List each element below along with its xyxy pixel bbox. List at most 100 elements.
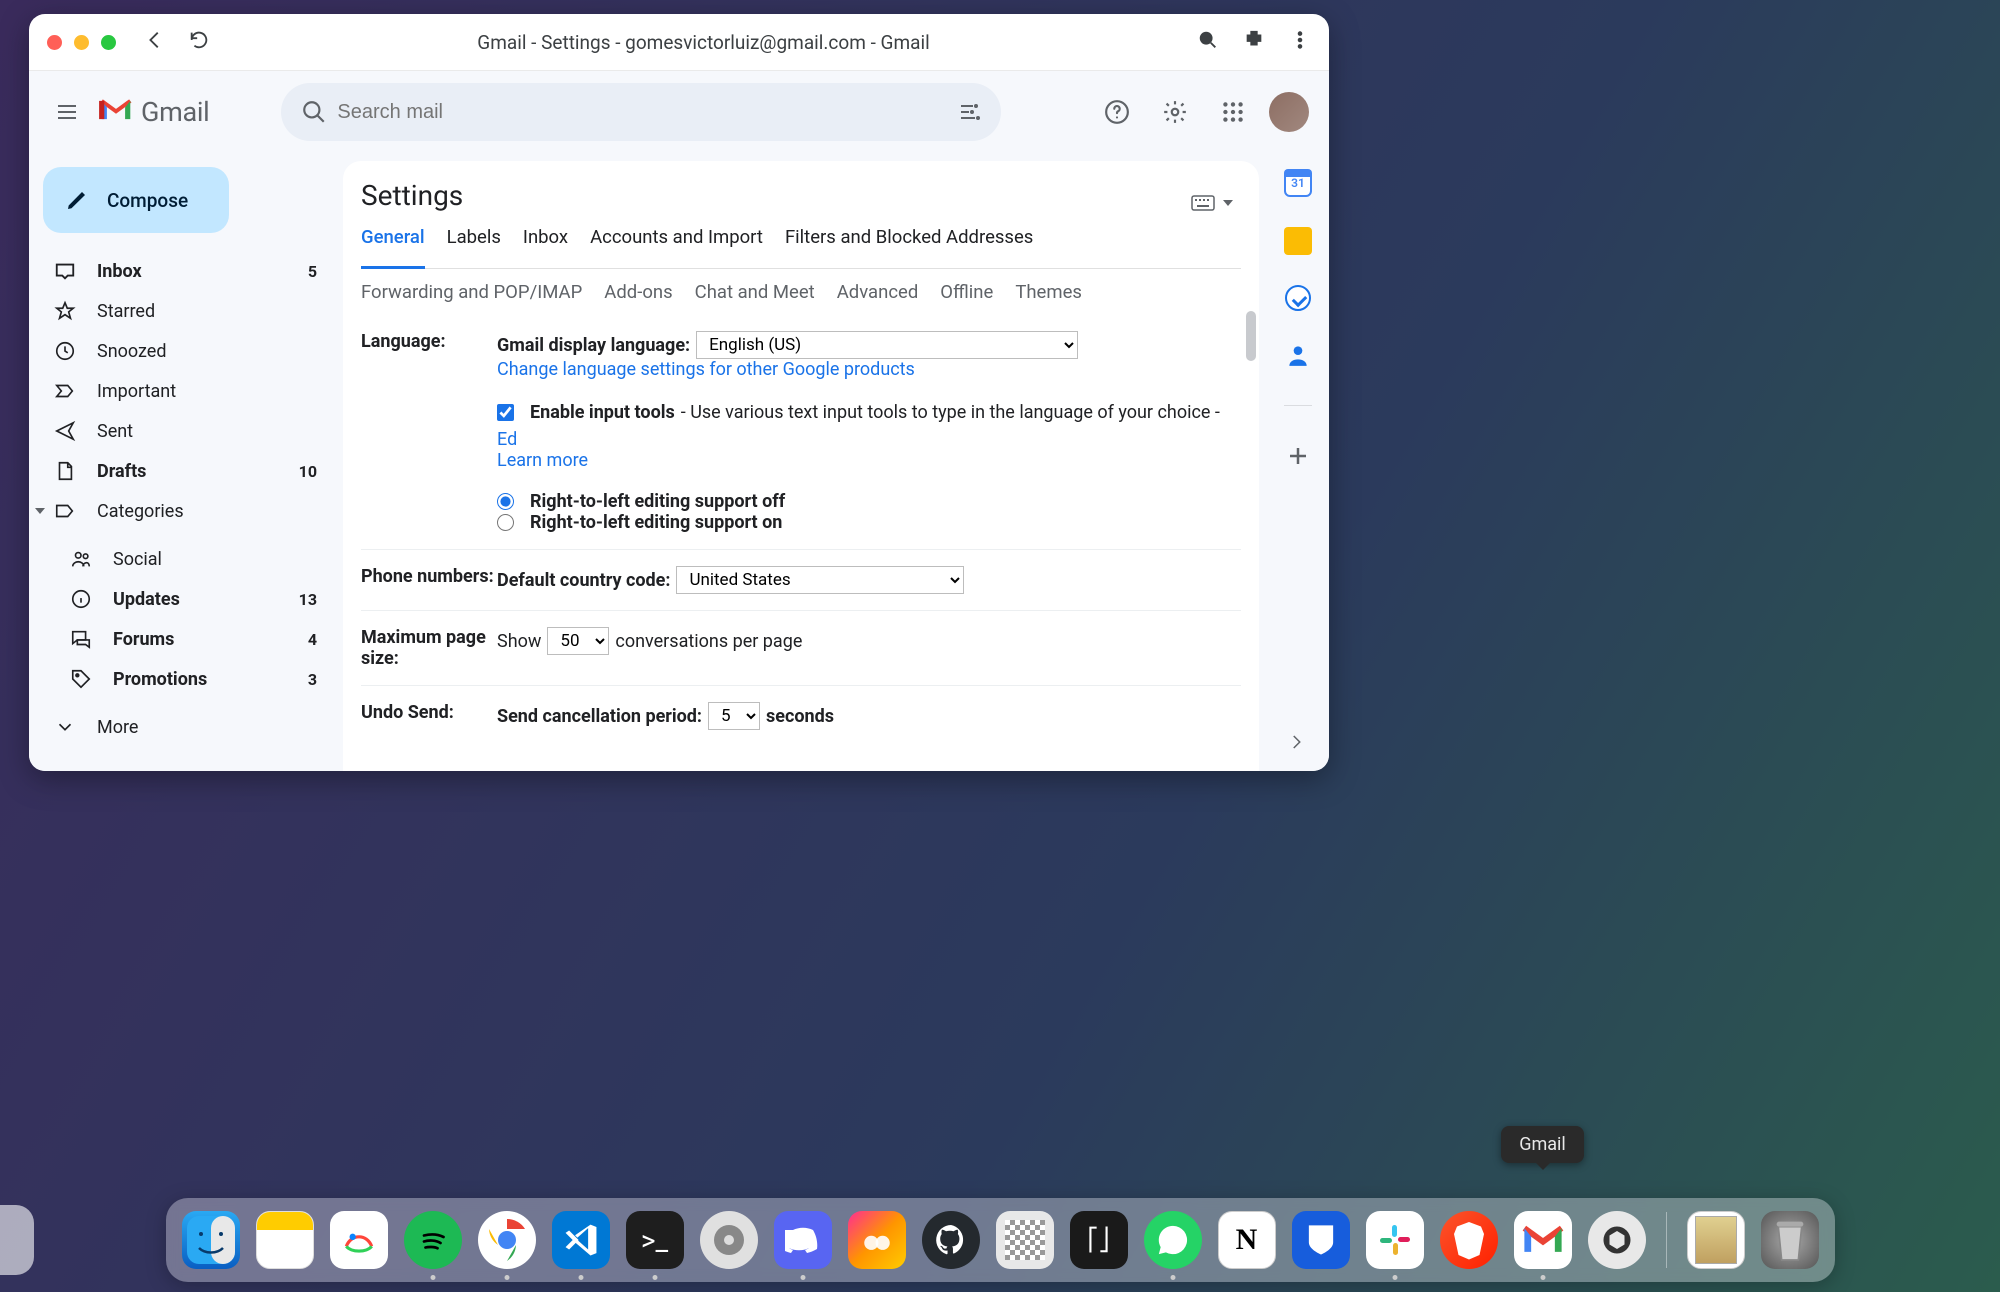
support-button[interactable]: [1095, 90, 1139, 134]
sidebar-item-social[interactable]: Social: [29, 539, 339, 579]
search-bar[interactable]: [281, 83, 1001, 141]
plus-icon: [1286, 444, 1310, 468]
tab-offline[interactable]: Offline: [940, 281, 993, 303]
search-options-button[interactable]: [949, 91, 991, 133]
enable-input-tools-checkbox[interactable]: [497, 404, 514, 421]
compose-button[interactable]: Compose: [43, 167, 229, 233]
tasks-app-button[interactable]: [1285, 285, 1311, 311]
rtl-on-radio[interactable]: [497, 514, 514, 531]
dock-terminal[interactable]: >_: [626, 1211, 684, 1269]
main-menu-button[interactable]: [43, 88, 91, 136]
dock-recent-file[interactable]: [1687, 1211, 1745, 1269]
settings-tabs-row1: General Labels Inbox Accounts and Import Fil…: [361, 226, 1241, 269]
dock-slack[interactable]: [1366, 1211, 1424, 1269]
close-window-button[interactable]: [47, 35, 62, 50]
sidebar-item-categories[interactable]: Categories: [29, 491, 339, 531]
chevron-down-icon: [1223, 200, 1233, 206]
contacts-app-button[interactable]: [1284, 341, 1312, 369]
sidebar-item-more[interactable]: More: [29, 707, 339, 747]
sidebar-item-sent[interactable]: Sent: [29, 411, 339, 451]
reload-icon[interactable]: [188, 29, 210, 55]
dock-github[interactable]: [922, 1211, 980, 1269]
calendar-app-button[interactable]: 31: [1284, 169, 1312, 197]
scrollbar-thumb[interactable]: [1246, 311, 1256, 361]
tab-accounts-and-import[interactable]: Accounts and Import: [590, 226, 763, 258]
learn-more-link[interactable]: Learn more: [497, 450, 588, 471]
tab-filters-and-blocked-addresses[interactable]: Filters and Blocked Addresses: [785, 226, 1033, 258]
search-input[interactable]: [337, 101, 949, 124]
dock-container: >_ ⎡⎦ N Gmail: [0, 1198, 2000, 1282]
change-lang-link[interactable]: Change language settings for other Googl…: [497, 359, 915, 380]
sidebar-item-forums[interactable]: Forums4: [29, 619, 339, 659]
account-avatar[interactable]: [1269, 92, 1309, 132]
rtl-off-radio[interactable]: [497, 493, 514, 510]
zoom-search-icon[interactable]: [1197, 29, 1219, 55]
sidebar-item-count: 3: [308, 670, 317, 689]
sidebar-item-important[interactable]: Important: [29, 371, 339, 411]
browser-menu-icon[interactable]: [1289, 29, 1311, 55]
dock-aseprite[interactable]: [996, 1211, 1054, 1269]
important-icon: [53, 379, 77, 403]
pagesize-suffix: conversations per page: [615, 631, 802, 652]
keep-app-button[interactable]: [1284, 227, 1312, 255]
minimize-window-button[interactable]: [74, 35, 89, 50]
person-icon: [1285, 342, 1311, 368]
display-language-select[interactable]: English (US): [696, 331, 1078, 359]
sidebar-item-count: 5: [308, 262, 317, 281]
sidebar-item-snoozed[interactable]: Snoozed: [29, 331, 339, 371]
dock-gmail[interactable]: Gmail: [1514, 1211, 1572, 1269]
dock-bitwarden[interactable]: [1292, 1211, 1350, 1269]
sidebar-item-promotions[interactable]: Promotions3: [29, 659, 339, 699]
tab-themes[interactable]: Themes: [1015, 281, 1082, 303]
settings-button[interactable]: [1153, 90, 1197, 134]
tab-chat-and-meet[interactable]: Chat and Meet: [695, 281, 815, 303]
extensions-icon[interactable]: [1243, 29, 1265, 55]
google-apps-button[interactable]: [1211, 90, 1255, 134]
dock-notes[interactable]: [256, 1211, 314, 1269]
tab-general[interactable]: General: [361, 226, 425, 269]
fullscreen-window-button[interactable]: [101, 35, 116, 50]
default-country-select[interactable]: United States: [676, 566, 964, 594]
tab-advanced[interactable]: Advanced: [837, 281, 919, 303]
hide-sidepanel-button[interactable]: [1281, 727, 1311, 757]
dock-system-settings[interactable]: [700, 1211, 758, 1269]
more-label: More: [97, 717, 138, 738]
gmail-logo[interactable]: Gmail: [99, 96, 209, 128]
back-icon[interactable]: [144, 29, 166, 55]
dock-brave[interactable]: [1440, 1211, 1498, 1269]
dock-vscode[interactable]: [552, 1211, 610, 1269]
dock-chatgpt[interactable]: [1588, 1211, 1646, 1269]
tab-labels[interactable]: Labels: [447, 226, 501, 258]
dock-whatsapp[interactable]: [1144, 1211, 1202, 1269]
dock-trash[interactable]: [1761, 1211, 1819, 1269]
pagesize-select[interactable]: 50: [547, 627, 609, 655]
dock-notion[interactable]: N: [1218, 1211, 1276, 1269]
section-phone: Phone numbers: Default country code: Uni…: [361, 550, 1241, 611]
sidebar-item-updates[interactable]: Updates13: [29, 579, 339, 619]
input-tool-select[interactable]: [1191, 195, 1241, 211]
sidebar-item-inbox[interactable]: Inbox5: [29, 251, 339, 291]
tab-add-ons[interactable]: Add-ons: [604, 281, 672, 303]
sidebar-item-drafts[interactable]: Drafts10: [29, 451, 339, 491]
dock-freeform[interactable]: [330, 1211, 388, 1269]
people-icon: [69, 547, 93, 571]
sidebar-item-count: 13: [299, 590, 317, 609]
dock-finder[interactable]: [182, 1211, 240, 1269]
sidebar-item-label: Social: [113, 549, 162, 570]
rtl-off-label: Right-to-left editing support off: [530, 491, 785, 512]
tab-forwarding-and-pop-imap[interactable]: Forwarding and POP/IMAP: [361, 281, 582, 303]
edit-tools-link[interactable]: Ed: [497, 429, 517, 450]
sidebar-item-starred[interactable]: Starred: [29, 291, 339, 331]
undo-select[interactable]: 5: [708, 702, 760, 730]
undo-suffix: seconds: [766, 706, 834, 727]
forum-icon: [69, 627, 93, 651]
dock-adobe-cc[interactable]: [848, 1211, 906, 1269]
dock-discord[interactable]: [774, 1211, 832, 1269]
dock-davinci[interactable]: ⎡⎦: [1070, 1211, 1128, 1269]
dock-chrome[interactable]: [478, 1211, 536, 1269]
get-addons-button[interactable]: [1284, 442, 1312, 470]
side-panel-divider: [1284, 405, 1312, 406]
pagesize-show: Show: [497, 631, 541, 652]
dock-spotify[interactable]: [404, 1211, 462, 1269]
tab-inbox[interactable]: Inbox: [523, 226, 568, 258]
